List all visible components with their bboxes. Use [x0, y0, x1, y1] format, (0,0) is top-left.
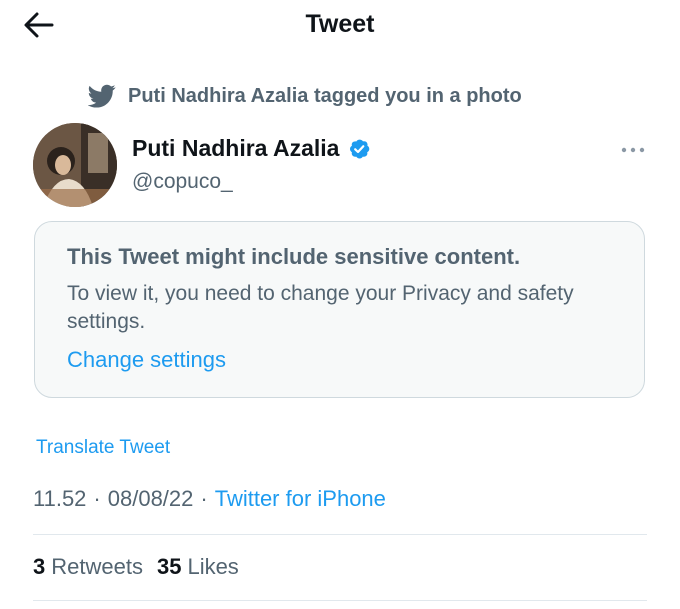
divider	[33, 600, 647, 601]
avatar-photo	[33, 123, 117, 207]
retweets-stat[interactable]: 3 Retweets	[33, 554, 143, 580]
change-settings-link[interactable]: Change settings	[67, 347, 226, 373]
retweets-label: Retweets	[51, 554, 143, 579]
warning-title: This Tweet might include sensitive conte…	[67, 244, 521, 269]
avatar[interactable]	[33, 123, 117, 207]
warning-body: To view it, you need to change your Priv…	[67, 282, 574, 333]
likes-label: Likes	[187, 554, 239, 579]
verified-badge-icon	[350, 139, 370, 158]
tweet-meta: 11.52 · 08/08/22 · Twitter for iPhone	[33, 486, 386, 512]
likes-count: 35	[156, 554, 182, 579]
top-bar: Tweet	[0, 0, 680, 52]
author-name[interactable]: Puti Nadhira Azalia	[132, 135, 339, 162]
tweet-source-link[interactable]: Twitter for iPhone	[215, 486, 386, 512]
author-name-row[interactable]: Puti Nadhira Azalia	[132, 135, 371, 162]
sensitive-content-warning: This Tweet might include sensitive conte…	[34, 221, 645, 398]
tweet-date[interactable]: 08/08/22	[108, 486, 194, 512]
divider	[33, 534, 647, 535]
page-title: Tweet	[305, 10, 375, 38]
meta-separator: ·	[200, 486, 208, 511]
tweet-stats: 3 Retweets 35 Likes	[33, 554, 253, 580]
tag-context-text: Puti Nadhira Azalia tagged you in a phot…	[128, 84, 522, 107]
meta-separator: ·	[93, 486, 101, 511]
author-handle[interactable]: @copuco_	[132, 170, 233, 194]
more-options-icon[interactable]	[618, 138, 648, 162]
tweet-time[interactable]: 11.52	[33, 486, 86, 512]
tag-context: Puti Nadhira Azalia tagged you in a phot…	[88, 82, 522, 110]
retweets-count: 3	[33, 554, 46, 579]
translate-tweet-link[interactable]: Translate Tweet	[36, 437, 170, 459]
twitter-bird-icon	[88, 84, 116, 108]
likes-stat[interactable]: 35 Likes	[157, 554, 239, 580]
